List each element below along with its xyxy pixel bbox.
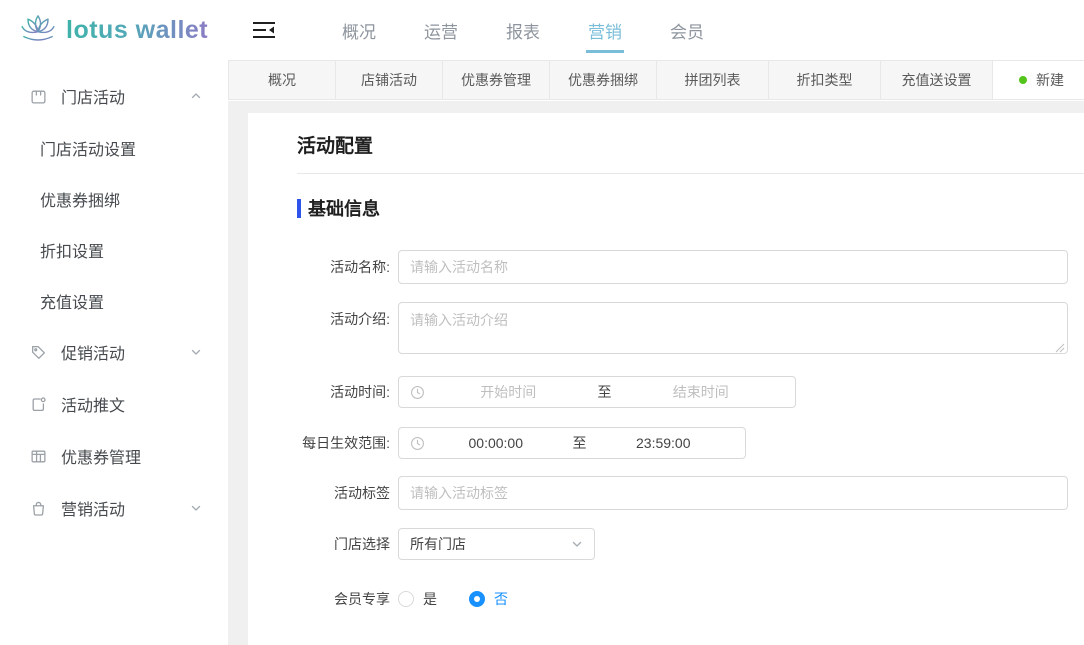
activity-tag-label: 活动标签 <box>297 476 390 510</box>
member-only-label: 会员专享 <box>297 582 390 616</box>
brand-logo[interactable]: lotus wallet <box>0 10 228 50</box>
form-row-activity-intro: 活动介绍: <box>297 302 1068 359</box>
active-tab-dot <box>1019 76 1027 84</box>
app-header: lotus wallet 概况 运营 报表 营销 会员 <box>0 0 1084 60</box>
activity-intro-textarea[interactable] <box>398 302 1068 354</box>
title-divider <box>297 173 1084 174</box>
form-row-activity-time: 活动时间: 开始时间 至 结束时间 <box>297 376 1068 408</box>
shopping-bag-icon <box>30 500 47 517</box>
nav-overview[interactable]: 概况 <box>340 12 378 49</box>
chevron-down-icon <box>190 502 202 514</box>
daily-range-label: 每日生效范围: <box>297 427 390 459</box>
tab-shop-activity[interactable]: 店铺活动 <box>336 61 443 99</box>
sidebar-item-recharge-settings[interactable]: 充值设置 <box>0 275 228 326</box>
radio-yes-label[interactable]: 是 <box>423 589 437 609</box>
clock-icon <box>410 436 425 451</box>
tab-overview[interactable]: 概况 <box>229 61 336 99</box>
tab-new-active[interactable]: 新建 <box>993 61 1084 99</box>
tab-coupon-binding[interactable]: 优惠券捆绑 <box>550 61 657 99</box>
sidebar-item-discount-settings[interactable]: 折扣设置 <box>0 224 228 275</box>
nav-members[interactable]: 会员 <box>668 12 706 49</box>
end-time-placeholder[interactable]: 结束时间 <box>618 382 785 402</box>
sidebar-item-marketing-activity[interactable]: 营销活动 <box>0 482 228 534</box>
radio-no-label[interactable]: 否 <box>494 589 508 609</box>
sidebar-item-label: 活动推文 <box>61 392 125 416</box>
clock-icon <box>410 385 425 400</box>
basic-info-section-header: 基础信息 <box>297 195 1068 221</box>
activity-config-card: 活动配置 基础信息 活动名称: 活动介绍: 活动时间: <box>248 113 1084 645</box>
section-accent-bar <box>297 199 301 218</box>
form-row-activity-tag: 活动标签 <box>297 476 1068 510</box>
sidebar-item-label: 门店活动 <box>61 84 125 108</box>
sidebar-subitem-label: 折扣设置 <box>40 238 104 262</box>
nav-operations[interactable]: 运营 <box>422 12 460 49</box>
tab-group-list[interactable]: 拼团列表 <box>657 61 769 99</box>
content-area: 活动配置 基础信息 活动名称: 活动介绍: 活动时间: <box>228 101 1084 645</box>
chevron-down-icon <box>571 538 583 550</box>
section-title: 基础信息 <box>308 195 380 221</box>
activity-intro-wrap <box>398 302 1068 359</box>
sidebar-subitem-label: 优惠券捆绑 <box>40 187 120 211</box>
sidebar-item-label: 营销活动 <box>61 496 125 520</box>
menu-fold-icon[interactable] <box>252 18 276 42</box>
sidebar: 门店活动 门店活动设置 优惠券捆绑 折扣设置 充值设置 促销活动 活动推文 优惠… <box>0 60 228 645</box>
sidebar-item-coupon-binding[interactable]: 优惠券捆绑 <box>0 173 228 224</box>
activity-name-label: 活动名称: <box>297 250 390 284</box>
sidebar-item-label: 优惠券管理 <box>61 444 141 468</box>
range-separator: 至 <box>592 382 618 402</box>
range-separator: 至 <box>567 433 593 453</box>
sidebar-item-activity-tweet[interactable]: 活动推文 <box>0 378 228 430</box>
activity-time-label: 活动时间: <box>297 376 390 408</box>
activity-time-range-picker[interactable]: 开始时间 至 结束时间 <box>398 376 796 408</box>
store-select-value: 所有门店 <box>410 534 571 554</box>
sidebar-item-store-activity[interactable]: 门店活动 <box>0 70 228 122</box>
sidebar-subitem-label: 门店活动设置 <box>40 136 136 160</box>
store-select-label: 门店选择 <box>297 528 390 560</box>
tab-discount-type[interactable]: 折扣类型 <box>769 61 881 99</box>
form-row-daily-range: 每日生效范围: 00:00:00 至 23:59:00 <box>297 427 1068 459</box>
page-title: 活动配置 <box>297 131 1068 158</box>
member-only-radio-group: 是 否 <box>398 582 508 616</box>
shop-icon <box>30 88 47 105</box>
tag-icon <box>30 344 47 361</box>
sidebar-subitem-label: 充值设置 <box>40 289 104 313</box>
form-row-member-only: 会员专享 是 否 <box>297 582 1068 616</box>
form-row-store-select: 门店选择 所有门店 <box>297 528 1068 560</box>
table-icon <box>30 448 47 465</box>
daily-range-picker[interactable]: 00:00:00 至 23:59:00 <box>398 427 746 459</box>
activity-intro-label: 活动介绍: <box>297 302 390 336</box>
sidebar-item-promo-activity[interactable]: 促销活动 <box>0 326 228 378</box>
basic-info-form: 活动名称: 活动介绍: 活动时间: <box>297 250 1068 645</box>
tab-recharge-gift-settings[interactable]: 充值送设置 <box>881 61 993 99</box>
activity-name-input[interactable] <box>398 250 1068 284</box>
radio-yes[interactable] <box>398 591 414 607</box>
nav-reports[interactable]: 报表 <box>504 12 542 49</box>
tab-coupon-management[interactable]: 优惠券管理 <box>443 61 550 99</box>
chevron-down-icon <box>190 346 202 358</box>
nav-marketing[interactable]: 营销 <box>586 12 624 49</box>
daily-end-value[interactable]: 23:59:00 <box>593 435 735 451</box>
sidebar-item-label: 促销活动 <box>61 340 125 364</box>
lotus-icon <box>18 10 58 50</box>
tweet-icon <box>30 396 47 413</box>
sidebar-item-coupon-management[interactable]: 优惠券管理 <box>0 430 228 482</box>
radio-no[interactable] <box>469 591 485 607</box>
form-row-activity-name: 活动名称: <box>297 250 1068 284</box>
sidebar-item-store-activity-settings[interactable]: 门店活动设置 <box>0 122 228 173</box>
chevron-up-icon <box>190 90 202 102</box>
active-tab-label: 新建 <box>1036 70 1064 90</box>
brand-name: lotus wallet <box>66 16 208 45</box>
start-time-placeholder[interactable]: 开始时间 <box>425 382 592 402</box>
activity-tag-input[interactable] <box>398 476 1068 510</box>
marketing-tabbar: 概况 店铺活动 优惠券管理 优惠券捆绑 拼团列表 折扣类型 充值送设置 新建 <box>228 60 1084 100</box>
daily-start-value[interactable]: 00:00:00 <box>425 435 567 451</box>
top-navigation: 概况 运营 报表 营销 会员 <box>340 12 750 49</box>
store-select[interactable]: 所有门店 <box>398 528 595 560</box>
